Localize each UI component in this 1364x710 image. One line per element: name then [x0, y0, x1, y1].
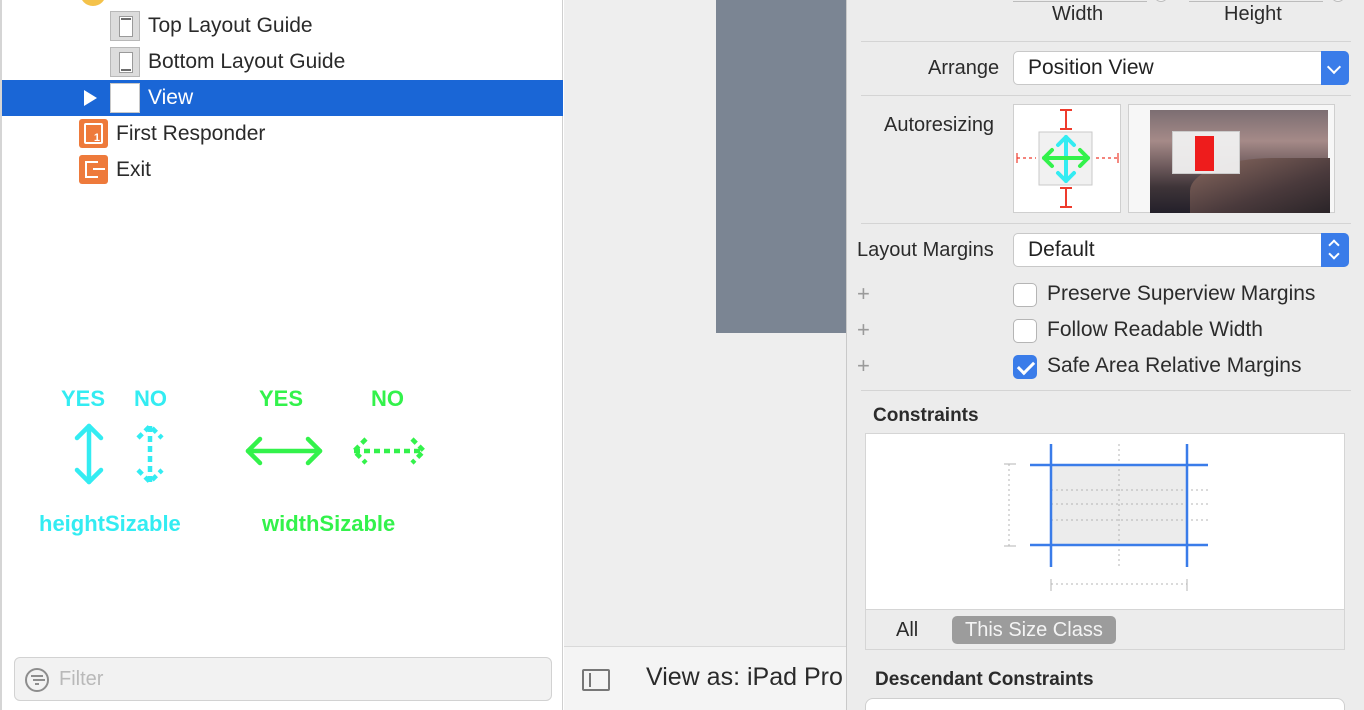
- exit-icon: [79, 155, 108, 184]
- disclosure-triangle-icon[interactable]: [84, 90, 97, 106]
- preview-frame: [1172, 131, 1240, 174]
- height-no-label: NO: [134, 386, 167, 411]
- autoresizing-springs-struts-icon: [1016, 109, 1119, 208]
- width-fixed-dashed-arrow-icon: [350, 437, 428, 465]
- chevron-updown-icon: [1321, 233, 1349, 267]
- constraints-diagram[interactable]: [865, 433, 1345, 610]
- view-icon: [110, 83, 140, 113]
- descendant-constraints-title: Descendant Constraints: [875, 669, 1094, 690]
- plus-icon[interactable]: +: [857, 281, 870, 307]
- preserve-superview-margins-label: Preserve Superview Margins: [1047, 282, 1316, 305]
- plus-icon[interactable]: +: [857, 317, 870, 343]
- outline-item-top-layout-guide[interactable]: Top Layout Guide: [2, 8, 563, 44]
- arrange-label: Arrange: [928, 57, 1000, 79]
- scene-view-preview[interactable]: [716, 0, 846, 333]
- storyboard-canvas: View as: iPad Pro: [564, 0, 846, 710]
- outline-item-label: View: [148, 86, 194, 109]
- height-yes-label: YES: [61, 386, 106, 411]
- divider: [861, 390, 1351, 391]
- outline-item-label: Bottom Layout Guide: [148, 50, 346, 73]
- layout-margins-value: Default: [1028, 238, 1095, 261]
- outline-item-label: Top Layout Guide: [148, 14, 313, 37]
- height-sizable-solid-arrow-icon: [74, 423, 104, 485]
- height-label: Height: [1224, 3, 1282, 25]
- layout-margins-label: Layout Margins: [857, 239, 994, 261]
- width-stepper[interactable]: [1154, 0, 1168, 2]
- constraints-diagram-icon: [1004, 444, 1208, 591]
- outline-item-view[interactable]: View: [2, 80, 563, 116]
- arrange-value: Position View: [1028, 56, 1154, 79]
- sidebar-toggle-icon[interactable]: [582, 669, 610, 691]
- scene-icon: [80, 0, 106, 6]
- width-sizable-caption: widthSizable: [262, 511, 396, 536]
- divider: [861, 95, 1351, 96]
- outline-filter: [14, 657, 552, 701]
- width-label: Width: [1052, 3, 1104, 25]
- layout-guide-top-icon: [110, 11, 140, 41]
- safe-area-relative-margins-checkbox[interactable]: [1013, 355, 1037, 379]
- outline-item-label: Exit: [116, 158, 152, 181]
- filter-icon[interactable]: [25, 668, 49, 692]
- all-size-classes-tab[interactable]: All: [896, 619, 918, 642]
- outline-item-exit[interactable]: Exit: [2, 152, 563, 188]
- width-field[interactable]: [1013, 0, 1147, 2]
- follow-readable-width-checkbox[interactable]: [1013, 319, 1037, 343]
- arrange-popup[interactable]: Position View: [1013, 51, 1349, 85]
- width-yes-label: YES: [259, 386, 304, 411]
- descendant-constraints-list[interactable]: [865, 698, 1345, 710]
- outline-item-label: First Responder: [116, 122, 266, 145]
- height-field[interactable]: [1189, 0, 1323, 2]
- follow-readable-width-label: Follow Readable Width: [1047, 318, 1263, 341]
- autoresizing-mask-editor[interactable]: [1013, 104, 1121, 213]
- preserve-superview-margins-checkbox[interactable]: [1013, 283, 1037, 307]
- outline-item-bottom-layout-guide[interactable]: Bottom Layout Guide: [2, 44, 563, 80]
- plus-icon[interactable]: +: [857, 353, 870, 379]
- first-responder-icon: 1: [79, 119, 108, 148]
- height-stepper[interactable]: [1331, 0, 1345, 2]
- layout-margins-popup[interactable]: Default: [1013, 233, 1349, 267]
- height-sizable-caption: heightSizable: [39, 511, 181, 536]
- view-as-device-button[interactable]: View as: iPad Pro: [646, 663, 843, 692]
- canvas-bottom-bar: View as: iPad Pro: [564, 646, 846, 710]
- height-fixed-dashed-arrow-icon: [136, 422, 164, 486]
- sizable-arrows-illustration: [74, 422, 428, 486]
- size-class-segmented-control: All This Size Class: [865, 610, 1345, 650]
- this-size-class-tab[interactable]: This Size Class: [952, 616, 1116, 644]
- document-outline: Top Layout Guide Bottom Layout Guide Vie…: [0, 0, 563, 710]
- layout-guide-bottom-icon: [110, 47, 140, 77]
- width-sizable-solid-arrow-icon: [245, 436, 323, 466]
- chevron-down-icon: [1321, 51, 1349, 85]
- divider: [861, 41, 1351, 42]
- safe-area-relative-margins-label: Safe Area Relative Margins: [1047, 354, 1302, 377]
- autoresizing-label: Autoresizing: [884, 114, 995, 136]
- outline-item-first-responder[interactable]: 1 First Responder: [2, 116, 563, 152]
- divider: [861, 223, 1351, 224]
- size-inspector: Width Height Arrange Position View Autor…: [846, 0, 1364, 710]
- constraints-title: Constraints: [873, 405, 979, 426]
- width-no-label: NO: [371, 386, 404, 411]
- filter-input[interactable]: [59, 666, 539, 692]
- autoresizing-preview: [1128, 104, 1335, 213]
